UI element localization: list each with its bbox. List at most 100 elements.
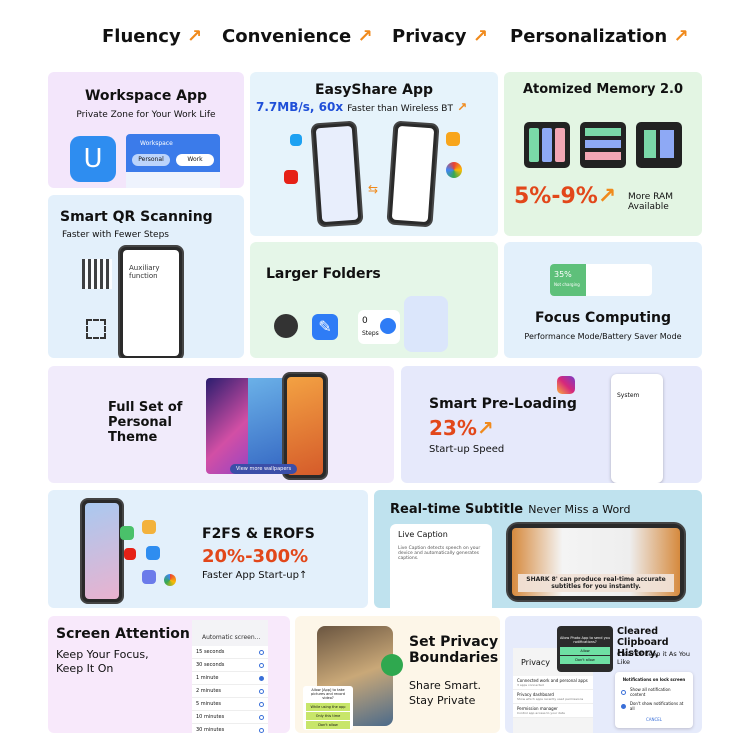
phone-screen bbox=[287, 377, 323, 475]
header-label: Fluency bbox=[102, 26, 181, 47]
atomized-card: Atomized Memory 2.0 5%-9%↗ More RAM Avai… bbox=[504, 72, 702, 236]
f2fs-range: 20%-300% bbox=[202, 546, 309, 567]
steps-widget: 0 Steps bbox=[358, 310, 400, 344]
card-title: Atomized Memory 2.0 bbox=[522, 82, 684, 97]
privacy-card: Allow [App] to take pictures and record … bbox=[295, 616, 500, 733]
screen-title: Auxiliary function bbox=[129, 264, 160, 280]
twitter-icon bbox=[290, 134, 302, 146]
timeout-option[interactable]: 30 minutes bbox=[192, 724, 268, 733]
radio-icon[interactable] bbox=[259, 662, 264, 668]
card-subtitle: Performance Mode/Battery Saver Mode bbox=[524, 332, 682, 341]
header-label: Privacy bbox=[392, 26, 467, 47]
card-subtitle: Faster App Start-up↑ bbox=[202, 570, 308, 581]
permission-option[interactable]: Don't allow bbox=[306, 721, 350, 729]
tab-personal[interactable]: Personal bbox=[132, 154, 170, 166]
option-label: 15 seconds bbox=[196, 649, 225, 655]
phone-right bbox=[386, 120, 440, 228]
radio-icon[interactable] bbox=[259, 701, 264, 707]
cancel-button[interactable]: CANCEL bbox=[615, 713, 693, 722]
privacy-icon bbox=[381, 654, 403, 676]
f2fs-card: F2FS & EROFS 20%-300% Faster App Start-u… bbox=[48, 490, 368, 608]
permission-prompt: Allow [App] to take pictures and record … bbox=[310, 688, 346, 700]
radio-icon[interactable] bbox=[259, 727, 264, 733]
theme-card: Full Set of Personal Theme View more wal… bbox=[48, 366, 394, 483]
arrow-up-right-icon: ↗ bbox=[357, 26, 373, 47]
folders-card: Larger Folders ✎ 0 Steps bbox=[250, 242, 498, 358]
option-label: 1 minute bbox=[196, 675, 219, 681]
radio-icon[interactable] bbox=[259, 688, 264, 694]
app-icon bbox=[120, 526, 134, 540]
timeout-option[interactable]: 30 seconds bbox=[192, 659, 268, 672]
radio-icon[interactable] bbox=[259, 714, 264, 720]
timeout-option[interactable]: 5 minutes bbox=[192, 698, 268, 711]
workspace-app-icon bbox=[146, 546, 160, 560]
app-icon bbox=[142, 520, 156, 534]
panel-body bbox=[126, 172, 220, 188]
option-label: 10 minutes bbox=[196, 714, 225, 720]
live-caption-panel: Live Caption Live Caption detects speech… bbox=[390, 524, 492, 608]
option-label: 30 minutes bbox=[196, 727, 225, 733]
radio-icon[interactable] bbox=[259, 649, 264, 655]
easyshare-speed: 7.7MB/s, 60x Faster than Wireless BT ↗ bbox=[256, 100, 467, 114]
permission-options: While using the app Only this time Don't a… bbox=[303, 703, 353, 729]
dialog-prompt: Allow Photo App to send you notification… bbox=[559, 636, 611, 644]
notes-icon: ✎ bbox=[312, 314, 338, 340]
youtube-icon bbox=[124, 548, 136, 560]
arrow-up-right-icon: ↗ bbox=[597, 184, 617, 209]
workspace-app-icon: U bbox=[70, 136, 116, 182]
radio-icon[interactable] bbox=[621, 703, 626, 709]
lock-option[interactable]: Don't show notifications at all bbox=[615, 699, 693, 713]
privacy-item[interactable]: Privacy dashboard Show which apps recentl… bbox=[513, 690, 593, 704]
header-privacy: Privacy ↗ bbox=[392, 26, 488, 47]
allow-button[interactable]: Allow bbox=[560, 647, 610, 655]
option-label: 2 minutes bbox=[196, 688, 222, 694]
tagline-line: Share Smart. bbox=[409, 679, 482, 692]
view-wallpapers-button[interactable]: View more wallpapers bbox=[230, 464, 298, 474]
deny-button[interactable]: Don't allow bbox=[560, 656, 610, 664]
arrow-up-right-icon: ↗ bbox=[476, 416, 494, 440]
timeout-option[interactable]: 10 minutes bbox=[192, 711, 268, 724]
lock-screen-dialog: Notifications on lock screen Show all no… bbox=[615, 672, 693, 728]
tagline-line: Keep Your Focus, bbox=[56, 648, 149, 661]
radio-icon[interactable] bbox=[621, 689, 626, 695]
privacy-item[interactable]: Permission manager Control app access to … bbox=[513, 704, 593, 718]
privacy-tagline: Share Smart. Stay Private bbox=[409, 678, 481, 708]
card-title: EasyShare App bbox=[314, 82, 434, 98]
attention-card: Screen Attention Keep Your Focus, Keep It… bbox=[48, 616, 290, 733]
tagline-line: Keep It On bbox=[56, 662, 114, 675]
timeout-option[interactable]: 1 minute bbox=[192, 672, 268, 685]
privacy-item[interactable]: Connected work and personal apps 3 apps c… bbox=[513, 676, 593, 690]
app-icons-cluster bbox=[120, 520, 184, 600]
lock-option[interactable]: Show all notification content bbox=[615, 685, 693, 699]
caption-text: SHARK 8' can produce real-time accurate … bbox=[518, 574, 674, 592]
live-caption-desc: Live Caption detects speech on your devi… bbox=[398, 546, 481, 561]
preload-percent: 23% bbox=[429, 416, 477, 440]
permission-option[interactable]: While using the app bbox=[306, 703, 350, 711]
speed-value: 7.7MB/s, bbox=[256, 100, 315, 114]
timeout-option[interactable]: 15 seconds bbox=[192, 646, 268, 659]
phone-landscape: SHARK 8' can produce real-time accurate … bbox=[506, 522, 686, 602]
clock-icon bbox=[274, 314, 298, 338]
youtube-icon bbox=[284, 170, 298, 184]
radio-icon[interactable] bbox=[259, 675, 264, 681]
panel-title: Workspace bbox=[140, 140, 173, 147]
chrome-icon bbox=[164, 574, 176, 586]
arrow-up-right-icon: ↗ bbox=[673, 26, 689, 47]
easyshare-card: EasyShare App 7.7MB/s, 60x Faster than W… bbox=[250, 72, 498, 236]
phone-screen bbox=[391, 125, 435, 223]
card-tagline: Never Miss a Word bbox=[528, 503, 631, 516]
permission-option[interactable]: Only this time bbox=[306, 712, 350, 720]
photos-icon bbox=[446, 162, 462, 178]
header-personalization: Personalization ↗ bbox=[510, 26, 689, 47]
ram-note: More RAM Available bbox=[628, 192, 673, 212]
battery-percent: 35% bbox=[554, 270, 572, 279]
card-title: Focus Computing bbox=[534, 310, 672, 326]
timeout-option[interactable]: 2 minutes bbox=[192, 685, 268, 698]
card-title: F2FS & EROFS bbox=[202, 526, 315, 542]
tab-work[interactable]: Work bbox=[176, 154, 214, 166]
screen-title: Automatic screen... bbox=[202, 634, 261, 641]
notification-dialog: Allow Photo App to send you notification… bbox=[557, 626, 613, 672]
workspace-card: Workspace App Private Zone for Your Work… bbox=[48, 72, 244, 188]
card-title: Larger Folders bbox=[266, 266, 381, 282]
phone bbox=[80, 498, 124, 604]
